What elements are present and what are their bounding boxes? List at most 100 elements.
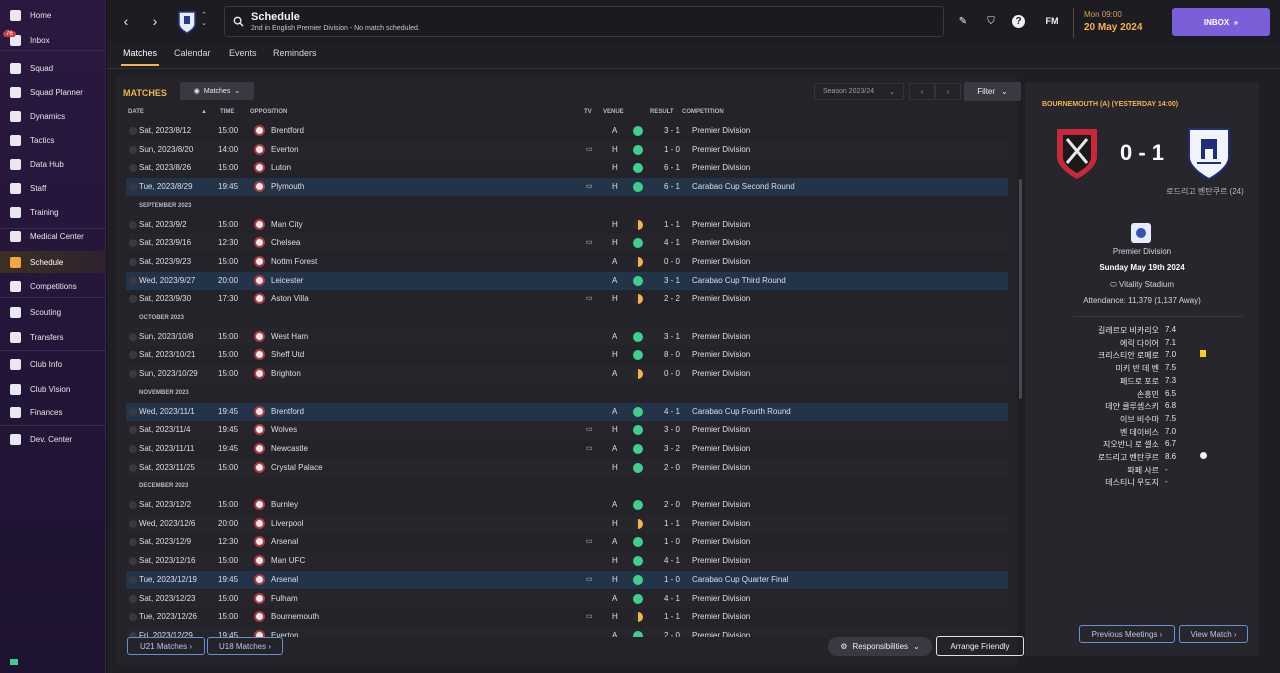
competition[interactable]: Premier Division	[692, 332, 750, 341]
player-rating-row[interactable]: 지오반니 로 셀소 6.7	[1073, 437, 1243, 450]
competition[interactable]: Premier Division	[692, 612, 750, 621]
sidebar-item-staff[interactable]: Staff	[0, 177, 106, 199]
sidebar-item-transfers[interactable]: Transfers	[0, 326, 106, 348]
competition[interactable]: Premier Division	[692, 369, 750, 378]
u21-matches-button[interactable]: U21 Matches ›	[127, 637, 205, 655]
continue-inbox-button[interactable]: INBOX »	[1172, 8, 1270, 36]
competition[interactable]: Premier Division	[692, 145, 750, 154]
col-date[interactable]: DATE	[128, 109, 144, 115]
u18-matches-button[interactable]: U18 Matches ›	[207, 637, 283, 655]
opponent-crest-icon[interactable]	[254, 368, 265, 380]
match-row[interactable]: Sat, 2023/9/16 12:30 Chelsea ▭ H 4 - 1 Premier…	[126, 234, 1008, 253]
opponent-name[interactable]: Fulham	[271, 594, 298, 603]
tab-events[interactable]: Events	[229, 48, 257, 58]
shield-options-icon[interactable]: ⛉	[983, 13, 999, 29]
match-row[interactable]: Sun, 2023/10/29 15:00 Brighton A 0 - 0 Premie…	[126, 365, 1008, 384]
sidebar-item-dynamics[interactable]: Dynamics	[0, 105, 106, 127]
opponent-name[interactable]: Wolves	[271, 425, 297, 434]
opponent-name[interactable]: Nottm Forest	[271, 257, 317, 266]
opponent-crest-icon[interactable]	[254, 517, 265, 529]
col-venue[interactable]: VENUE	[603, 109, 624, 115]
opponent-crest-icon[interactable]	[254, 424, 265, 436]
player-rating-row[interactable]: 데얀 쿨루셉스키 6.8	[1073, 399, 1243, 412]
match-row[interactable]: Sat, 2023/9/2 15:00 Man City H 1 - 1 Premier …	[126, 216, 1008, 234]
opponent-crest-icon[interactable]	[254, 442, 265, 454]
competition[interactable]: Premier Division	[692, 556, 750, 565]
filter-button[interactable]: Filter ⌄	[964, 82, 1021, 101]
opponent-name[interactable]: Newcastle	[271, 444, 308, 453]
player-rating-row[interactable]: 벤 데이비스 7.0	[1073, 425, 1243, 438]
fm-menu-button[interactable]: FM	[1041, 13, 1063, 29]
search-box[interactable]: Schedule 2nd in English Premier Division…	[224, 6, 944, 37]
opponent-name[interactable]: Sheff Utd	[271, 350, 304, 359]
opponent-name[interactable]: Crystal Palace	[271, 463, 323, 472]
view-match-button[interactable]: View Match ›	[1179, 625, 1248, 643]
match-row[interactable]: Tue, 2023/12/26 15:00 Bournemouth ▭ H 1 - 1 Pr…	[126, 608, 1008, 626]
previous-meetings-button[interactable]: Previous Meetings ›	[1079, 625, 1175, 643]
opponent-crest-icon[interactable]	[254, 181, 265, 193]
match-row[interactable]: Sat, 2023/12/2 15:00 Burnley A 2 - 0 Premier …	[126, 496, 1008, 514]
opponent-name[interactable]: Brentford	[271, 126, 304, 135]
opponent-name[interactable]: Plymouth	[271, 182, 304, 191]
match-row[interactable]: Sat, 2023/8/12 15:00 Brentford A 3 - 1 Premie…	[126, 122, 1008, 140]
player-rating-row[interactable]: 파페 사르 -	[1073, 463, 1243, 476]
competition[interactable]: Premier Division	[692, 537, 750, 546]
col-time[interactable]: TIME	[220, 109, 234, 115]
opponent-name[interactable]: Man UFC	[271, 556, 305, 565]
opponent-name[interactable]: Brighton	[271, 369, 301, 378]
competition[interactable]: Premier Division	[692, 163, 750, 172]
sidebar-item-squad[interactable]: Squad	[0, 57, 106, 79]
sidebar-item-club-vision[interactable]: Club Vision	[0, 378, 106, 400]
opponent-name[interactable]: Aston Villa	[271, 294, 309, 303]
sidebar-item-club-info[interactable]: Club Info	[0, 353, 106, 375]
opponent-name[interactable]: Everton	[271, 145, 299, 154]
help-icon[interactable]: ?	[1012, 15, 1025, 28]
opponent-crest-icon[interactable]	[254, 255, 265, 267]
match-row[interactable]: Sun, 2023/8/20 14:00 Everton ▭ H 1 - 0 Premier…	[126, 140, 1008, 159]
opponent-crest-icon[interactable]	[254, 218, 265, 230]
match-row[interactable]: Sat, 2023/8/26 15:00 Luton H 6 - 1 Premier Di…	[126, 159, 1008, 177]
match-row[interactable]: Sat, 2023/12/23 15:00 Fulham A 4 - 1 Premier …	[126, 589, 1008, 608]
responsibilities-button[interactable]: ⚙ Responsibilities ⌄	[828, 637, 932, 656]
opponent-crest-icon[interactable]	[254, 573, 265, 585]
sidebar-item-schedule[interactable]: Schedule	[0, 251, 106, 273]
opponent-name[interactable]: West Ham	[271, 332, 308, 341]
sidebar-item-data-hub[interactable]: Data Hub	[0, 153, 106, 175]
club-crest-icon[interactable]	[177, 10, 197, 34]
match-row[interactable]: Tue, 2023/8/29 19:45 Plymouth ▭ H 6 - 1 Caraba…	[126, 178, 1008, 197]
opponent-name[interactable]: Burnley	[271, 500, 298, 509]
player-rating-row[interactable]: 로드리고 벤탄쿠르 8.6	[1073, 450, 1243, 463]
competition[interactable]: Premier Division	[692, 631, 750, 637]
col-opposition[interactable]: OPPOSITION	[250, 109, 287, 115]
opponent-name[interactable]: Man City	[271, 220, 303, 229]
competition[interactable]: Premier Division	[692, 425, 750, 434]
player-rating-row[interactable]: 손흥민 6.5	[1073, 387, 1243, 400]
sidebar-item-competitions[interactable]: Competitions	[0, 275, 106, 297]
away-team-crest-icon[interactable]	[1187, 127, 1231, 181]
competition[interactable]: Carabao Cup Quarter Final	[692, 575, 789, 584]
match-row[interactable]: Sat, 2023/11/4 19:45 Wolves ▭ H 3 - 0 Premier …	[126, 421, 1008, 440]
opponent-crest-icon[interactable]	[254, 536, 265, 548]
sidebar-item-dev-center[interactable]: Dev. Center	[0, 428, 106, 450]
competition[interactable]: Premier Division	[692, 350, 750, 359]
match-row[interactable]: Wed, 2023/9/27 20:00 Leicester A 3 - 1 Caraba…	[126, 271, 1008, 290]
opponent-crest-icon[interactable]	[254, 592, 265, 604]
player-rating-row[interactable]: 페드로 포로 7.3	[1073, 374, 1243, 387]
opponent-name[interactable]: Brentford	[271, 407, 304, 416]
player-rating-row[interactable]: 미키 반 데 벤 7.5	[1073, 361, 1243, 374]
competition[interactable]: Premier Division	[692, 220, 750, 229]
competition[interactable]: Premier Division	[692, 463, 750, 472]
col-competition[interactable]: COMPETITION	[682, 109, 724, 115]
competition[interactable]: Premier Division	[692, 500, 750, 509]
opponent-crest-icon[interactable]	[254, 274, 265, 286]
tab-calendar[interactable]: Calendar	[174, 48, 211, 58]
match-row[interactable]: Sat, 2023/10/21 15:00 Sheff Utd H 8 - 0 Premi…	[126, 346, 1008, 364]
competition[interactable]: Premier Division	[692, 444, 750, 453]
opponent-crest-icon[interactable]	[254, 143, 265, 155]
opponent-crest-icon[interactable]	[254, 629, 265, 637]
competition[interactable]: Premier Division	[692, 519, 750, 528]
match-row[interactable]: Tue, 2023/12/19 19:45 Arsenal ▭ H 1 - 0 Caraba…	[126, 570, 1008, 589]
tab-reminders[interactable]: Reminders	[273, 48, 317, 58]
opponent-crest-icon[interactable]	[254, 349, 265, 361]
competition[interactable]: Premier Division	[692, 257, 750, 266]
